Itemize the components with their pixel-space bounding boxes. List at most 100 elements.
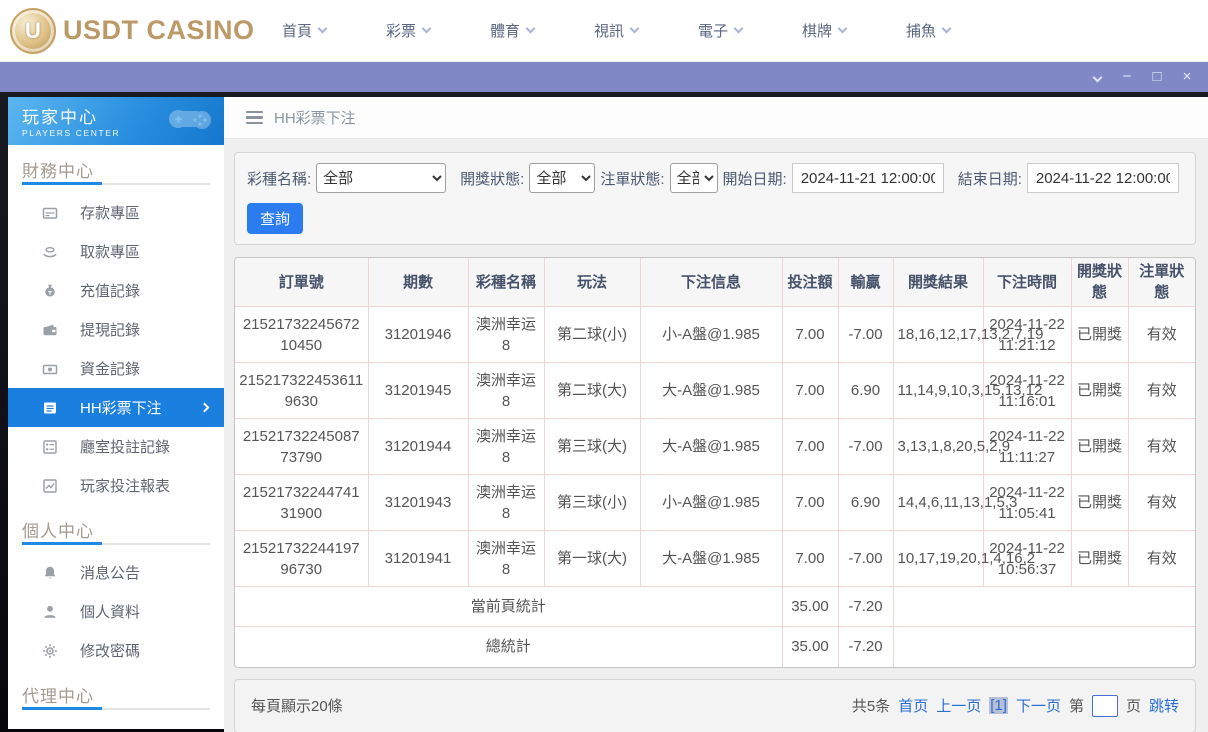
withdraw-hand-icon [42, 244, 58, 260]
table-cell: 澳洲幸运8 [467, 362, 545, 419]
table-row: 2152173224508773790 31201944 澳洲幸运8 第三球(大) 大-… [235, 418, 1195, 475]
sidebar-item-label: 玩家投注報表 [80, 478, 171, 495]
sidebar-item[interactable]: 存款專區 [8, 193, 224, 232]
column-header: 輸贏 [837, 257, 894, 307]
page-title: HH彩票下注 [274, 110, 356, 127]
nav-item-label: 首頁 [281, 23, 312, 40]
table-cell: 2152173224508773790 [235, 418, 369, 475]
logo-coin-letter: U [25, 17, 41, 43]
order-status-select[interactable]: 全部 [669, 163, 718, 193]
table-cell: -7.00 [837, 306, 894, 363]
page-size-text: 每頁顯示20條 [251, 698, 343, 715]
sidebar-item[interactable]: 個人資料 [8, 592, 224, 631]
table-cell: 6.90 [837, 362, 894, 419]
nav-item-2[interactable]: 體育 [460, 20, 564, 41]
table-cell: 第三球(大) [543, 418, 641, 475]
bet-table: 訂單號 期數 彩種名稱 玩法 下注信息 投注額 輸贏 開獎結果 下注時間 開獎狀態 注單狀態 2152… [235, 257, 1195, 667]
table-cell: 有效 [1127, 306, 1195, 363]
column-header: 下注信息 [639, 257, 783, 307]
search-button[interactable]: 查詢 [247, 203, 304, 234]
table-cell: 已開獎 [1070, 530, 1129, 587]
deposit-card-icon [42, 205, 58, 221]
column-header: 開獎狀態 [1070, 257, 1129, 307]
chevron-down-icon [629, 23, 640, 34]
start-date-input[interactable] [791, 163, 944, 193]
table-cell: 有效 [1127, 362, 1195, 419]
sidebar: 玩家中心 PLAYERS CENTER 財務中心 存款專區 取款專區 充值記錄 … [8, 97, 224, 729]
nav-item-label: 彩票 [385, 23, 416, 40]
column-header: 期數 [367, 257, 469, 307]
page-summary-empty [892, 586, 1195, 627]
sidebar-item[interactable]: 消息公告 [8, 553, 224, 592]
nav-item-0[interactable]: 首頁 [252, 20, 356, 41]
table-cell: 已開獎 [1070, 418, 1129, 475]
menu-icon[interactable] [246, 110, 263, 125]
logo[interactable]: U USDT CASINO [0, 7, 254, 54]
sidebar-item[interactable]: 充值記錄 [8, 271, 224, 310]
page-summary-label: 當前頁統計 [235, 586, 783, 627]
table-header-row: 訂單號 期數 彩種名稱 玩法 下注信息 投注額 輸贏 開獎結果 下注時間 開獎狀態 注單狀態 [235, 257, 1195, 307]
nav-item-3[interactable]: 視訊 [564, 20, 668, 41]
breadcrumb: HH彩票下注 [224, 97, 1208, 139]
current-page-indicator[interactable]: [1] [989, 697, 1008, 714]
table-cell: 有效 [1127, 418, 1195, 475]
funds-money-icon [42, 361, 58, 377]
chevron-down-icon [837, 23, 848, 34]
table-cell: -7.00 [837, 530, 894, 587]
table-row: 2152173224419796730 31201941 澳洲幸运8 第一球(大) 大-… [235, 530, 1195, 587]
nav-item-label: 視訊 [593, 23, 624, 40]
order-status-label: 注單狀態: [600, 170, 665, 188]
sidebar-item-label: 提現記錄 [80, 322, 141, 339]
column-header: 玩法 [543, 257, 641, 307]
page-summary-bet: 35.00 [781, 586, 839, 627]
recharge-bag-icon [42, 283, 58, 299]
sidebar-item[interactable]: 提現記錄 [8, 310, 224, 349]
lottery-name-select[interactable]: 全部 [316, 163, 447, 193]
nav-item-5[interactable]: 棋牌 [772, 20, 876, 41]
sidebar-item[interactable]: 資金記錄 [8, 349, 224, 388]
end-date-input[interactable] [1026, 163, 1179, 193]
draw-status-label: 開獎狀態: [460, 170, 525, 188]
table-cell: 10,17,19,20,1,4,16,2 [892, 530, 1035, 587]
section-underline [22, 707, 210, 710]
nav-item-6[interactable]: 捕魚 [876, 20, 980, 41]
sidebar-item-label: 廳室投註記錄 [80, 439, 171, 456]
close-icon[interactable]: × [1172, 62, 1202, 92]
jump-label-prefix: 第 [1068, 698, 1084, 715]
section-underline [22, 542, 210, 545]
titlebar-chevron-down-icon[interactable] [1082, 62, 1112, 92]
page-summary-winloss: -7.20 [837, 586, 894, 627]
sidebar-item[interactable]: 玩家投注報表 [8, 466, 224, 505]
table-cell: 31201946 [367, 306, 469, 363]
page-summary-row: 當前頁統計 35.00 -7.20 [235, 586, 1195, 627]
maximize-icon[interactable]: □ [1142, 62, 1172, 92]
prev-page-link[interactable]: 上一页 [936, 695, 981, 716]
sidebar-item[interactable]: 廳室投註記錄 [8, 427, 224, 466]
minimize-icon[interactable]: − [1112, 62, 1142, 92]
window-body: 玩家中心 PLAYERS CENTER 財務中心 存款專區 取款專區 充值記錄 … [0, 92, 1208, 732]
column-header: 彩種名稱 [467, 257, 545, 307]
chevron-down-icon [421, 23, 432, 34]
first-page-link[interactable]: 首页 [898, 695, 928, 716]
nav-item-1[interactable]: 彩票 [356, 20, 460, 41]
main-content: HH彩票下注 彩種名稱: 全部 開獎狀態: 全部 注單狀態: 全部 開始日期: … [224, 97, 1208, 732]
sidebar-item[interactable]: HH彩票下注 [8, 388, 224, 427]
chevron-down-icon [733, 23, 744, 34]
jump-button[interactable]: 跳转 [1149, 695, 1179, 716]
table-cell: 31201941 [367, 530, 469, 587]
nav-item-4[interactable]: 電子 [668, 20, 772, 41]
total-summary-winloss: -7.20 [837, 626, 894, 667]
table-cell: 已開獎 [1070, 306, 1129, 363]
sidebar-item[interactable]: 修改密碼 [8, 631, 224, 670]
draw-status-select[interactable]: 全部 [529, 163, 596, 193]
page-jump-input[interactable] [1091, 694, 1118, 717]
withdrawal-wallet-icon [42, 322, 58, 338]
sidebar-item[interactable]: 取款專區 [8, 232, 224, 271]
table-cell: 大-A盤@1.985 [639, 418, 783, 475]
section-header: 個人中心 [22, 522, 94, 541]
total-count-text: 共5条 [851, 698, 891, 715]
table-cell: 6.90 [837, 474, 894, 531]
column-header: 注單狀態 [1127, 257, 1195, 307]
section-header: 代理中心 [22, 687, 94, 706]
next-page-link[interactable]: 下一页 [1016, 695, 1061, 716]
